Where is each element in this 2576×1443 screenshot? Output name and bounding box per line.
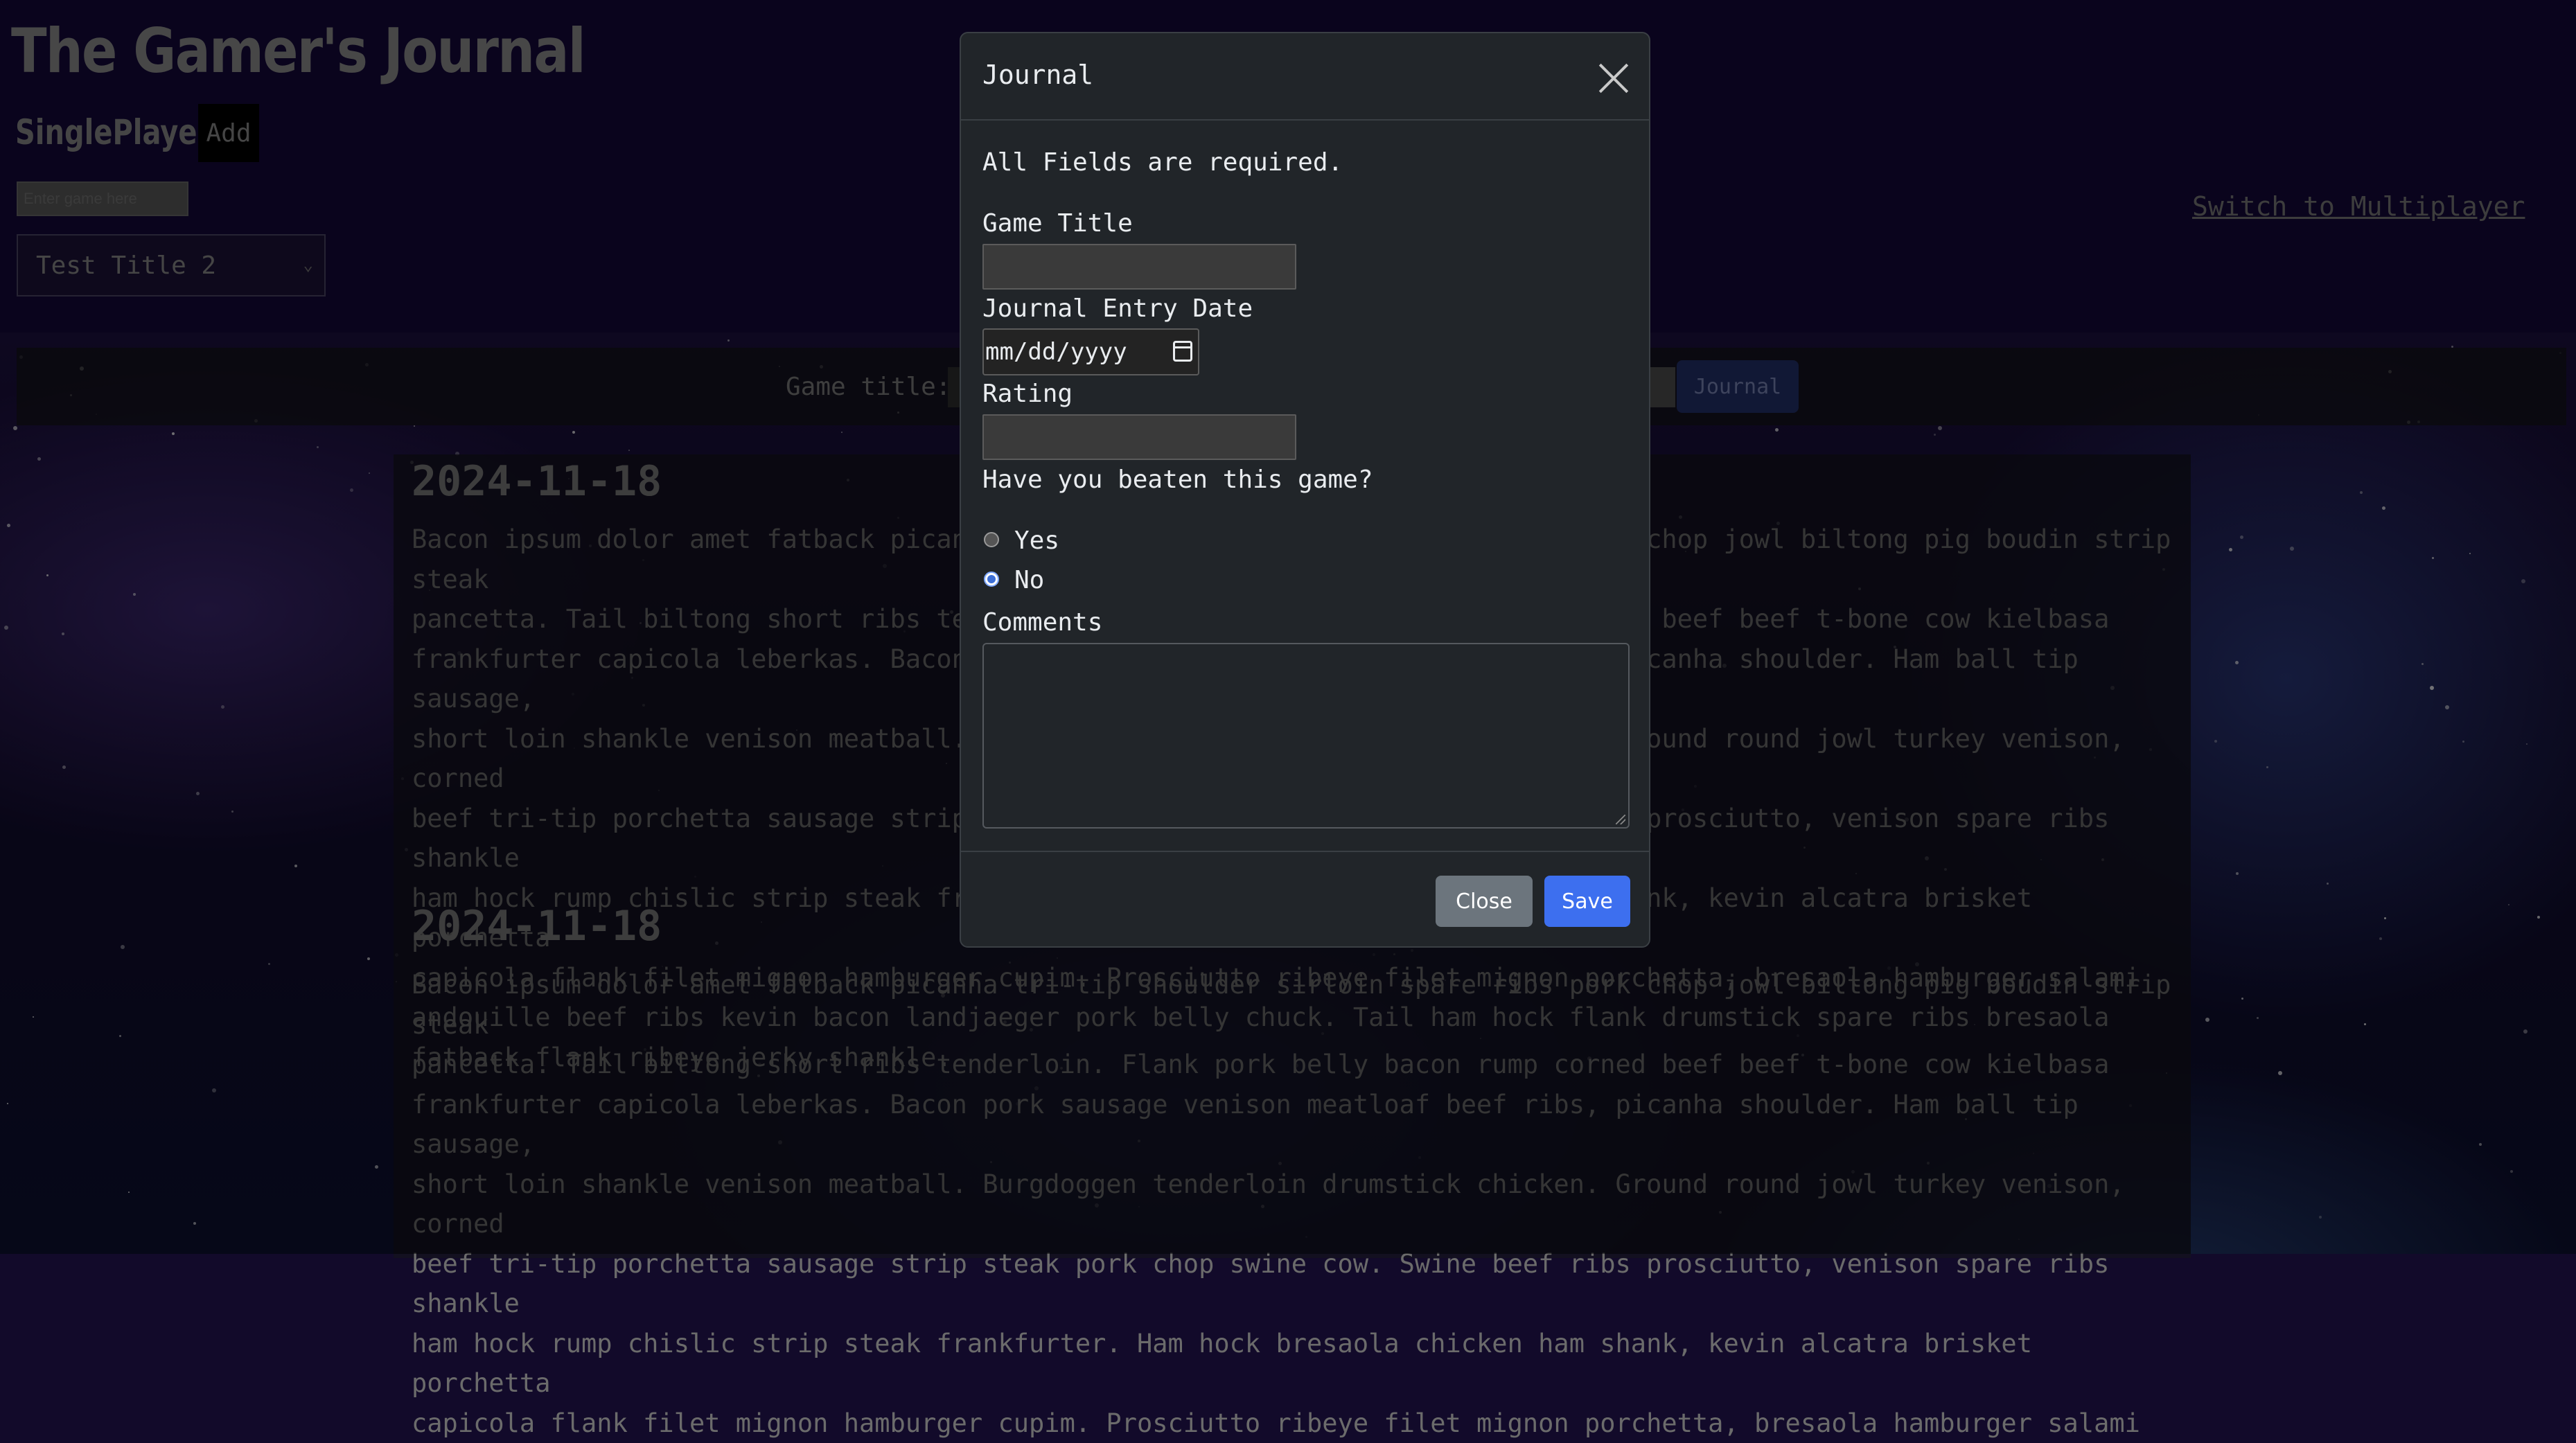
- resize-grip-icon[interactable]: [1616, 815, 1625, 824]
- comments-label: Comments: [982, 608, 1102, 637]
- comments-textarea[interactable]: [982, 643, 1630, 829]
- close-button[interactable]: Close: [1436, 876, 1533, 927]
- close-icon[interactable]: [1597, 62, 1629, 94]
- radio-no-label[interactable]: No: [1014, 566, 1044, 594]
- modal-footer: Close Save: [961, 851, 1649, 948]
- calendar-icon[interactable]: [1173, 341, 1192, 362]
- modal-title: Journal: [982, 60, 1093, 90]
- modal-header: Journal: [961, 33, 1649, 121]
- entry-date-input[interactable]: mm/dd/yyyy: [982, 328, 1199, 375]
- radio-yes-label[interactable]: Yes: [1014, 526, 1059, 555]
- beaten-question: Have you beaten this game?: [982, 466, 1373, 494]
- game-title-label: Game Title: [982, 209, 1133, 238]
- entry-date-label: Journal Entry Date: [982, 294, 1253, 323]
- entry-line: beef tri-tip porchetta sausage strip ste…: [412, 1244, 2185, 1324]
- save-button[interactable]: Save: [1544, 876, 1630, 927]
- rating-label: Rating: [982, 380, 1073, 408]
- entry-line: capicola flank filet mignon hamburger cu…: [412, 1404, 2185, 1443]
- rating-input[interactable]: [982, 414, 1296, 460]
- radio-no[interactable]: [984, 572, 999, 587]
- entry-line: ham hock rump chislic strip steak frankf…: [412, 1324, 2185, 1404]
- journal-modal: Journal All Fields are required. Game Ti…: [960, 32, 1650, 948]
- game-title-input[interactable]: [982, 244, 1296, 290]
- date-placeholder: mm/dd/yyyy: [985, 338, 1127, 366]
- required-note: All Fields are required.: [982, 148, 1343, 177]
- radio-yes[interactable]: [984, 532, 999, 547]
